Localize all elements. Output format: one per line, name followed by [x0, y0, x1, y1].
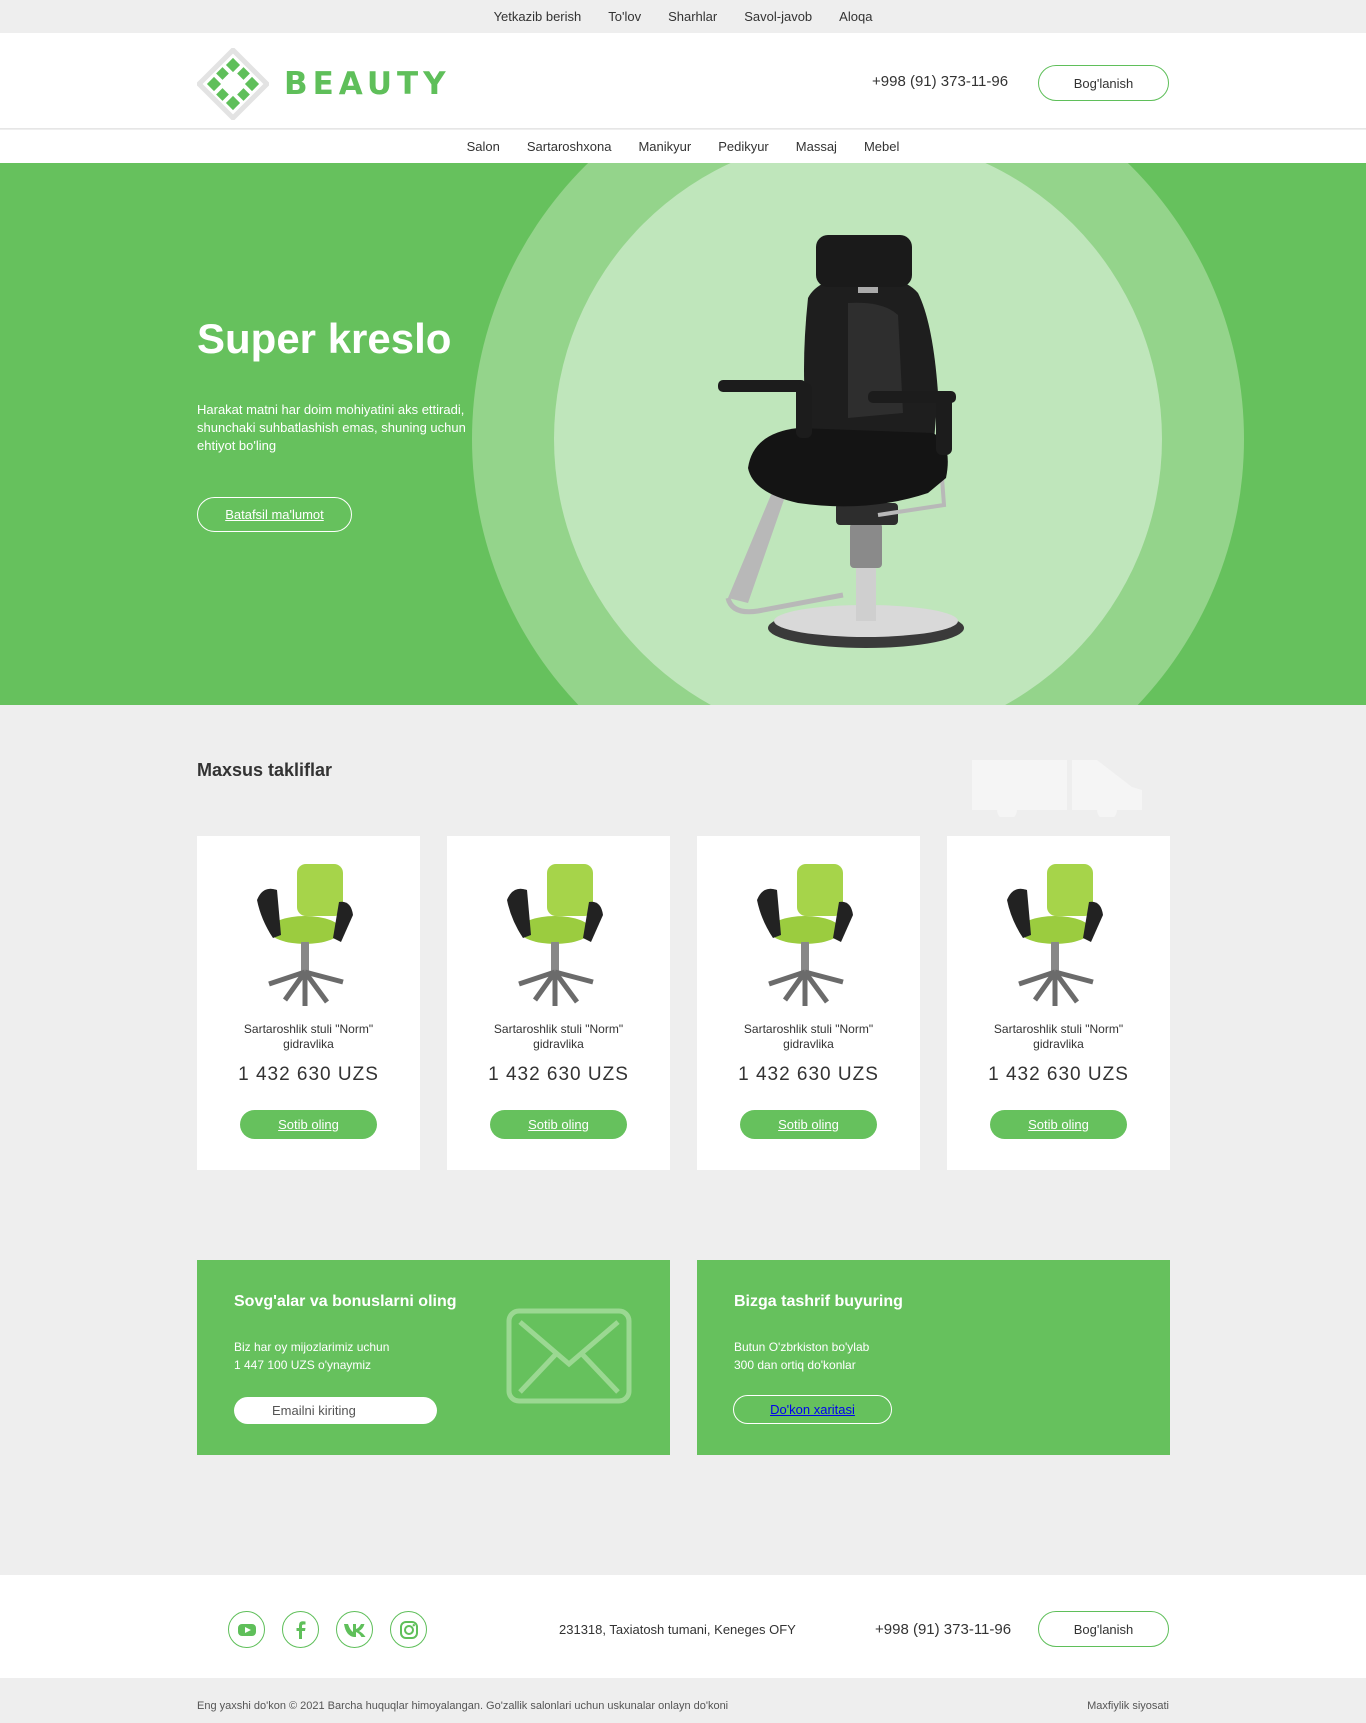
footer-contact-button[interactable]: Bog'lanish — [1038, 1611, 1169, 1647]
product-card[interactable]: Sartaroshlik stuli "Norm" gidravlika 1 4… — [447, 836, 670, 1170]
stores-promo: Bizga tashrif buyuring Butun O'zbrkiston… — [697, 1260, 1170, 1455]
nav-link-faq[interactable]: Savol-javob — [744, 9, 812, 24]
category-massage[interactable]: Massaj — [796, 139, 837, 154]
header-contact-button[interactable]: Bog'lanish — [1038, 65, 1169, 101]
email-input[interactable] — [234, 1397, 437, 1424]
top-navigation: Yetkazib berish To'lov Sharhlar Savol-ja… — [0, 0, 1366, 33]
header-phone[interactable]: +998 (91) 373-11-96 — [872, 73, 1008, 90]
logo-icon — [197, 48, 269, 120]
buy-button[interactable]: Sotib oling — [740, 1110, 877, 1139]
product-card[interactable]: Sartaroshlik stuli "Norm" gidravlika 1 4… — [947, 836, 1170, 1170]
category-pedicure[interactable]: Pedikyur — [718, 139, 769, 154]
vk-icon[interactable] — [336, 1611, 373, 1648]
hero-banner: Super kreslo Harakat matni har doim mohi… — [0, 163, 1366, 705]
site-footer: 231318, Taxiatosh tumani, Keneges OFY +9… — [0, 1575, 1366, 1678]
offers-title: Maxsus takliflar — [197, 760, 333, 780]
newsletter-text: Biz har oy mijozlarimiz uchun 1 447 100 U… — [234, 1340, 390, 1372]
newsletter-title: Sovg'alar va bonuslarni oling — [234, 1293, 457, 1310]
category-manicure[interactable]: Manikyur — [638, 139, 691, 154]
hero-more-button[interactable]: Batafsil ma'lumot — [197, 497, 352, 532]
product-image — [757, 864, 853, 1006]
footer-phone[interactable]: +998 (91) 373-11-96 — [875, 1621, 1011, 1638]
copyright-bar: Eng yaxshi do'kon © 2021 Barcha huquqlar… — [0, 1678, 1366, 1723]
youtube-icon[interactable] — [228, 1611, 265, 1648]
product-name: Sartaroshlik stuli "Norm" gidravlika — [243, 1022, 374, 1051]
buy-button[interactable]: Sotib oling — [490, 1110, 627, 1139]
newsletter-promo: Sovg'alar va bonuslarni oling Biz har oy… — [197, 1260, 670, 1455]
copyright-text: Eng yaxshi do'kon © 2021 Barcha huquqlar… — [197, 1700, 729, 1712]
hero-title: Super kreslo — [197, 315, 452, 362]
barber-chair-image — [718, 235, 964, 648]
facebook-icon[interactable] — [282, 1611, 319, 1648]
brand-name: BEAUTY — [284, 66, 451, 102]
truck-icon — [972, 760, 1142, 817]
nav-link-contact[interactable]: Aloqa — [839, 9, 872, 24]
envelope-icon — [506, 1308, 632, 1404]
stores-title: Bizga tashrif buyuring — [734, 1293, 903, 1310]
product-image — [257, 864, 353, 1006]
footer-address: 231318, Taxiatosh tumani, Keneges OFY — [559, 1622, 796, 1637]
product-name: Sartaroshlik stuli "Norm" gidravlika — [993, 1022, 1124, 1051]
nav-link-delivery[interactable]: Yetkazib berish — [494, 9, 582, 24]
category-salon[interactable]: Salon — [467, 139, 500, 154]
product-card[interactable]: Sartaroshlik stuli "Norm" gidravlika 1 4… — [697, 836, 920, 1170]
buy-button[interactable]: Sotib oling — [240, 1110, 377, 1139]
logo[interactable]: BEAUTY — [197, 48, 451, 120]
nav-link-payment[interactable]: To'lov — [608, 9, 641, 24]
product-image — [1007, 864, 1103, 1006]
buy-button[interactable]: Sotib oling — [990, 1110, 1127, 1139]
category-navigation: Salon Sartaroshxona Manikyur Pedikyur Ma… — [0, 130, 1366, 163]
product-name: Sartaroshlik stuli "Norm" gidravlika — [743, 1022, 874, 1051]
product-price: 1 432 630 UZS — [988, 1064, 1129, 1085]
social-links — [228, 1611, 427, 1648]
privacy-policy-link[interactable]: Maxfiylik siyosati — [1087, 1700, 1169, 1712]
store-map-button[interactable]: Do'kon xaritasi — [733, 1395, 892, 1424]
nav-link-reviews[interactable]: Sharhlar — [668, 9, 717, 24]
site-header: BEAUTY +998 (91) 373-11-96 Bog'lanish — [0, 33, 1366, 129]
product-name: Sartaroshlik stuli "Norm" gidravlika — [493, 1022, 624, 1051]
product-price: 1 432 630 UZS — [238, 1064, 379, 1085]
hero-text: Harakat matni har doim mohiyatini aks et… — [197, 402, 466, 453]
stores-text: Butun O'zbrkiston bo'ylab 300 dan ortiq d… — [734, 1340, 870, 1372]
category-furniture[interactable]: Mebel — [864, 139, 899, 154]
product-image — [507, 864, 603, 1006]
instagram-icon[interactable] — [390, 1611, 427, 1648]
product-price: 1 432 630 UZS — [738, 1064, 879, 1085]
category-barbershop[interactable]: Sartaroshxona — [527, 139, 612, 154]
product-card[interactable]: Sartaroshlik stuli "Norm" gidravlika 1 4… — [197, 836, 420, 1170]
product-list: Sartaroshlik stuli "Norm" gidravlika 1 4… — [197, 836, 1170, 1170]
product-price: 1 432 630 UZS — [488, 1064, 629, 1085]
